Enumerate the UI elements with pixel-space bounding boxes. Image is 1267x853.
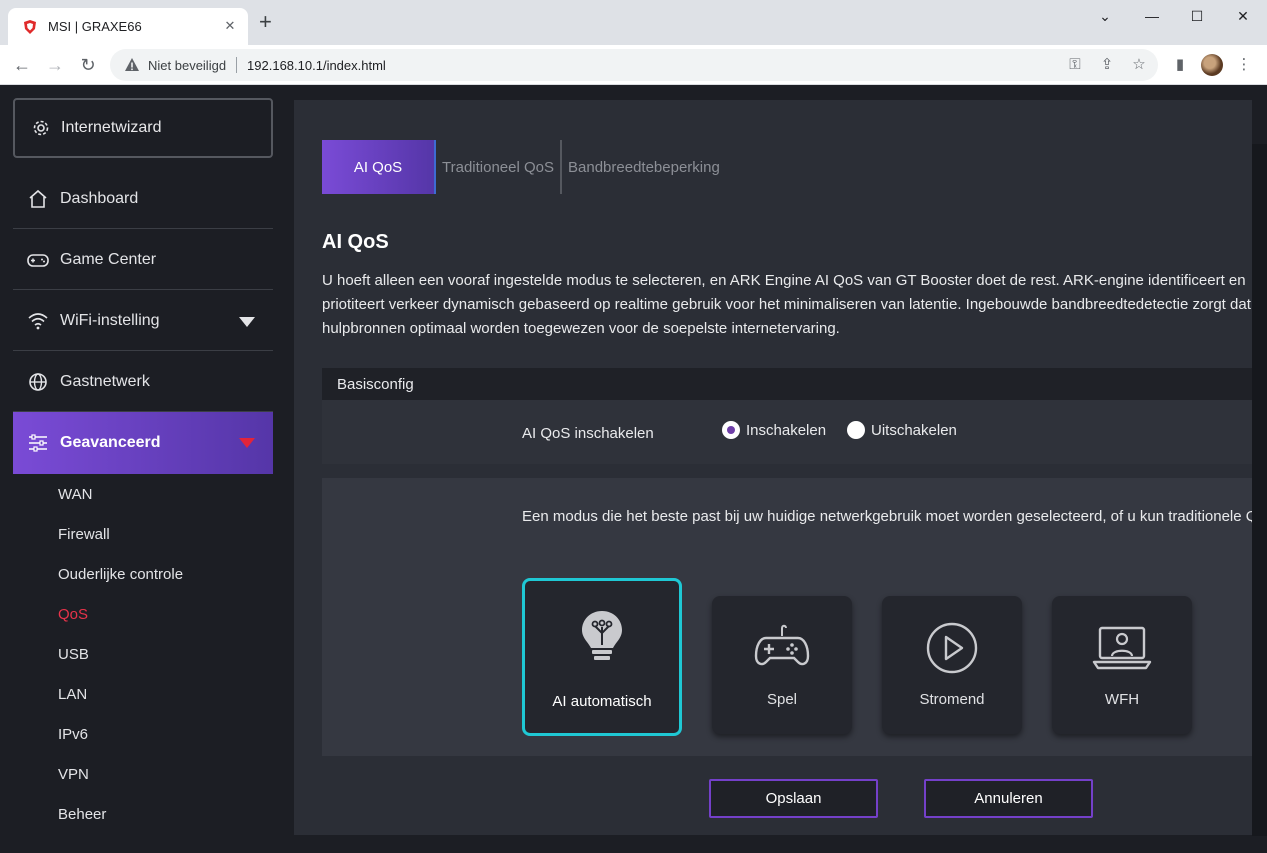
back-icon[interactable]: ← [10,53,34,77]
gear-icon [33,120,49,136]
globe-icon [27,371,49,393]
description-line: U hoeft alleen een vooraf ingestelde mod… [322,272,1246,289]
right-edge-bar [1252,144,1267,836]
warning-icon [125,58,139,71]
page-title: AI QoS [322,231,389,253]
mode-card-ai-auto[interactable]: AI automatisch [522,578,682,736]
mode-selection-box: Een modus die het beste past bij uw huid… [322,478,1252,756]
sidebar-item-label: WiFi-instelling [60,311,160,329]
sidebar-item-wifi[interactable]: WiFi-instelling [13,291,273,351]
url-text[interactable]: 192.168.10.1/index.html [247,58,386,73]
browser-toolbar: ← → ↻ Niet beveiligd 192.168.10.1/index.… [0,45,1267,85]
internet-wizard-button[interactable]: Internetwizard [13,98,273,158]
tab-search-icon[interactable]: ⌄ [1090,4,1120,28]
save-button[interactable]: Opslaan [709,779,878,818]
share-icon[interactable]: ⇪ [1097,55,1117,75]
reload-icon[interactable]: ↻ [76,53,100,77]
router-page: Internetwizard Dashboard Game Center WiF… [0,86,1267,853]
tab-traditional-qos[interactable]: Traditioneel QoS [436,140,563,194]
home-icon [27,188,49,210]
tab-title: MSI | GRAXE66 [48,19,142,34]
close-window-icon[interactable]: ✕ [1228,4,1258,28]
description-line: priotiteert verkeer dynamisch gebaseerd … [322,296,1251,313]
radio-selected-icon[interactable] [722,421,740,439]
sidebar-item-game-center[interactable]: Game Center [13,230,273,290]
sliders-icon [27,432,49,454]
mode-label: Spel [766,691,798,708]
sidebar-item-dashboard[interactable]: Dashboard [13,169,273,229]
page-right-edge [1252,86,1267,853]
mode-label: WFH [1104,691,1140,708]
radio-unselected-icon[interactable] [847,421,865,439]
msi-shield-icon [24,19,36,34]
sidebar-sub-firewall[interactable]: Firewall [58,526,110,543]
description-line: hulpbronnen optimaal worden toegewezen v… [322,320,840,337]
profile-avatar[interactable] [1201,54,1223,76]
sidebar-sub-usb[interactable]: USB [58,646,89,663]
sidebar: Internetwizard Dashboard Game Center WiF… [0,86,294,853]
sidebar-item-label: Dashboard [60,189,139,207]
sidebar-item-advanced[interactable]: Geavanceerd [13,412,273,474]
gamepad-icon [754,624,810,666]
tab-bandwidth-limit[interactable]: Bandbreedtebeperking [562,140,726,194]
wifi-icon [27,310,49,332]
maximize-icon[interactable]: ☐ [1182,4,1212,28]
security-label[interactable]: Niet beveiligd [148,58,226,73]
chevron-down-icon[interactable] [239,438,255,448]
sidebar-sub-management[interactable]: Beheer [58,806,106,823]
minimize-icon[interactable]: — [1137,4,1167,28]
gamepad-icon [27,249,49,271]
play-icon [926,622,978,674]
disable-radio[interactable]: Uitschakelen [847,421,957,439]
wizard-label: Internetwizard [61,119,162,136]
more-menu-icon[interactable]: ⋮ [1234,55,1254,75]
sidebar-sub-lan[interactable]: LAN [58,686,87,703]
mode-instructions: Een modus die het beste past bij uw huid… [522,508,1252,525]
sidebar-sub-parental-control[interactable]: Ouderlijke controle [58,566,183,583]
side-panel-icon[interactable]: ▮ [1170,55,1190,75]
sidebar-item-guest-network[interactable]: Gastnetwerk [13,352,273,412]
mode-card-wfh[interactable]: WFH [1052,596,1192,734]
sidebar-sub-ipv6[interactable]: IPv6 [58,726,88,743]
enable-radio[interactable]: Inschakelen [722,421,826,439]
sidebar-sub-wan[interactable]: WAN [58,486,92,503]
browser-tab[interactable]: MSI | GRAXE66 ✕ [8,8,248,45]
mode-card-game[interactable]: Spel [712,596,852,734]
sidebar-item-label: Game Center [60,250,157,268]
page-description: U hoeft alleen een vooraf ingestelde mod… [322,269,1252,341]
section-header: Basisconfig [322,368,1252,400]
ai-qos-enable-row: AI QoS inschakelen Inschakelen Uitschake… [322,400,1252,464]
qos-content-panel: AI QoS Traditioneel QoS Bandbreedtebeper… [294,100,1252,835]
address-bar[interactable]: Niet beveiligd 192.168.10.1/index.html [110,49,1158,81]
sidebar-item-label: Geavanceerd [60,434,161,451]
mode-label: AI automatisch [552,693,652,710]
close-tab-icon[interactable]: ✕ [222,18,238,34]
sidebar-item-label: Gastnetwerk [60,372,150,390]
chevron-down-icon[interactable] [239,317,255,327]
forward-icon[interactable]: → [43,53,67,77]
qos-tabs: AI QoS Traditioneel QoS Bandbreedtebeper… [322,140,726,194]
sidebar-sub-qos[interactable]: QoS [58,606,88,623]
new-tab-icon[interactable]: + [259,11,272,33]
cancel-button[interactable]: Annuleren [924,779,1093,818]
laptop-user-icon [1092,626,1152,670]
key-icon[interactable]: ⚿ [1065,55,1085,75]
mode-label: Stromend [919,691,985,708]
bookmark-star-icon[interactable]: ☆ [1129,55,1149,75]
sidebar-sub-vpn[interactable]: VPN [58,766,89,783]
mode-card-streaming[interactable]: Stromend [882,596,1022,734]
tab-ai-qos[interactable]: AI QoS [322,140,436,194]
enable-radio-label: Inschakelen [746,421,827,439]
lightbulb-icon [582,611,622,660]
omnibox-divider [236,57,238,73]
browser-titlebar: MSI | GRAXE66 ✕ + ⌄ — ☐ ✕ [0,0,1267,45]
enable-label: AI QoS inschakelen [522,425,654,442]
disable-radio-label: Uitschakelen [871,421,957,439]
